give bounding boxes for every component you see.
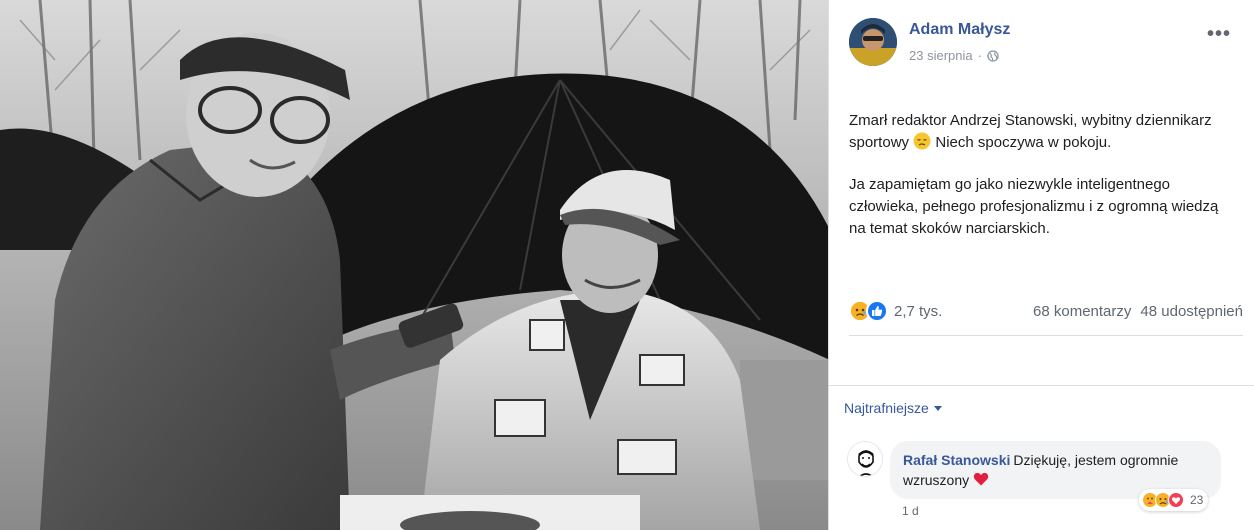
comment-timestamp[interactable]: 1 d [902, 504, 919, 518]
commenter-name[interactable]: Rafał Stanowski [903, 452, 1010, 468]
reaction-count[interactable]: 2,7 tys. [894, 303, 942, 320]
comment-reaction-count: 23 [1190, 493, 1204, 507]
comment-reactions[interactable]: 23 [1139, 489, 1209, 511]
globe-icon[interactable] [987, 49, 999, 62]
post-paragraph-2: Ja zapamiętam go jako niezwykle intelige… [849, 176, 1219, 237]
author-avatar[interactable] [849, 18, 897, 66]
post-date[interactable]: 23 sierpnia [909, 48, 973, 63]
comment-sort-dropdown[interactable]: Najtrafniejsze [844, 400, 942, 416]
post-side-panel: Adam Małysz 23 sierpnia · ••• Zmarł reda… [828, 0, 1254, 530]
reactions-bar: 2,7 tys. 68 komentarzy 48 udostępnień [849, 297, 1243, 325]
post-meta: 23 sierpnia · [909, 48, 999, 63]
post-photo[interactable] [0, 0, 828, 530]
photo-illustration [0, 0, 828, 530]
commenter-avatar[interactable] [847, 441, 883, 477]
post-text-line1-end: Niech spoczywa w pokoju. [935, 134, 1112, 151]
comments-count[interactable]: 68 komentarzy [1033, 303, 1131, 320]
like-reaction-icon [866, 300, 888, 322]
disappointed-emoji-icon [913, 132, 931, 150]
reaction-icons[interactable] [849, 300, 888, 322]
more-options-button[interactable]: ••• [1207, 23, 1231, 46]
comment-sort-label: Najtrafniejsze [844, 400, 929, 416]
caret-down-icon [933, 405, 942, 411]
love-reaction-icon [1168, 492, 1184, 508]
post-paragraph-1: Zmarł redaktor Andrzej Stanowski, wybitn… [849, 110, 1229, 154]
shares-count[interactable]: 48 udostępnień [1140, 303, 1243, 320]
post-header: Adam Małysz 23 sierpnia · ••• [849, 18, 1249, 68]
post-text: Zmarł redaktor Andrzej Stanowski, wybitn… [849, 110, 1229, 260]
divider [849, 335, 1243, 336]
author-name[interactable]: Adam Małysz [909, 21, 1010, 39]
section-divider [829, 385, 1254, 386]
meta-separator: · [977, 48, 982, 63]
red-heart-emoji-icon [973, 472, 989, 486]
post-stats: 68 komentarzy 48 udostępnień [1033, 303, 1243, 320]
